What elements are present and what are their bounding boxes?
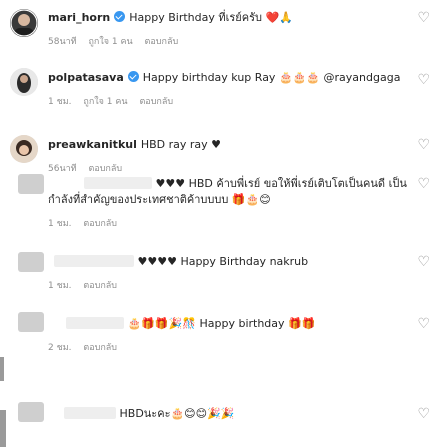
reply-button[interactable]: ตอบกลับ <box>83 343 117 353</box>
comment-row: mari_horn Happy Birthday ที่เรย์ครับ ❤️🙏 … <box>0 6 442 64</box>
heart-outline-icon[interactable]: ♡ <box>417 72 430 88</box>
heart-outline-icon[interactable]: ♡ <box>417 406 430 422</box>
avatar[interactable] <box>18 174 44 194</box>
redacted-username <box>66 317 124 329</box>
comment-text-line2: กำลังที่สำคัญของประเทศชาติค้าบบบบ 🎁🎂😊 <box>48 193 271 206</box>
redacted-username <box>64 407 116 419</box>
comment-body: 🎂🎁🎁🎉🎊 Happy birthday 🎁🎁 2 ชม. ตอบกลับ <box>48 316 408 356</box>
comment-text: ♥♥♥ HBD ค้าบพี่เรย์ ขอให้พี่เรย์เติบโตเป… <box>155 177 407 190</box>
comment-row: preawkanitkul HBD ray ray ♥ 56นาที ตอบกลั… <box>0 130 442 174</box>
comment-body: mari_horn Happy Birthday ที่เรย์ครับ ❤️🙏 … <box>48 10 408 50</box>
comment-body: polpatasava Happy birthday kup Ray 🎂🎂🎂 @r… <box>48 70 408 110</box>
comment-meta: 2 ชม. ตอบกลับ <box>48 340 408 356</box>
reply-button[interactable]: ตอบกลับ <box>83 219 117 229</box>
comment-text: Happy Birthday ที่เรย์ครับ ❤️🙏 <box>129 11 293 24</box>
comment-row: polpatasava Happy birthday kup Ray 🎂🎂🎂 @r… <box>0 64 442 122</box>
avatar[interactable] <box>18 252 44 272</box>
verified-badge-icon <box>114 11 126 22</box>
comment-row: ♥♥♥♥ Happy Birthday nakrub 1 ชม. ตอบกลับ… <box>0 250 442 300</box>
comment-time: 1 ชม. <box>48 281 72 291</box>
avatar[interactable] <box>18 402 44 422</box>
comment-likes[interactable]: ถูกใจ 1 คน <box>88 37 132 47</box>
comment-meta: 1 ชม. ตอบกลับ <box>48 278 408 294</box>
avatar[interactable] <box>10 135 38 163</box>
avatar[interactable] <box>18 312 44 332</box>
comment-time: 58นาที <box>48 37 77 47</box>
redacted-username <box>84 177 152 189</box>
comment-text: HBDนะคะ🎂😊😊🎉🎉 <box>119 407 235 420</box>
comments-list: mari_horn Happy Birthday ที่เรย์ครับ ❤️🙏 … <box>0 0 442 447</box>
comment-text: ♥♥♥♥ Happy Birthday nakrub <box>137 255 309 268</box>
comment-body: preawkanitkul HBD ray ray ♥ 56นาที ตอบกลั… <box>48 137 408 177</box>
comment-text: HBD ray ray ♥ <box>140 138 222 151</box>
comment-username[interactable]: mari_horn <box>48 11 110 24</box>
comment-time: 1 ชม. <box>48 219 72 229</box>
comment-body: ♥♥♥ HBD ค้าบพี่เรย์ ขอให้พี่เรย์เติบโตเป… <box>48 176 408 232</box>
comment-username[interactable]: polpatasava <box>48 71 124 84</box>
heart-outline-icon[interactable]: ♡ <box>417 316 430 332</box>
comment-likes[interactable]: ถูกใจ 1 คน <box>83 97 127 107</box>
comment-time: 2 ชม. <box>48 343 72 353</box>
heart-outline-icon[interactable]: ♡ <box>417 176 430 192</box>
reply-button[interactable]: ตอบกลับ <box>83 281 117 291</box>
comment-username[interactable]: preawkanitkul <box>48 138 137 151</box>
comment-text: 🎂🎁🎁🎉🎊 Happy birthday 🎁🎁 <box>127 317 316 330</box>
reply-button[interactable]: ตอบกลับ <box>145 37 179 47</box>
heart-outline-icon[interactable]: ♡ <box>417 137 430 153</box>
reply-button[interactable]: ตอบกลับ <box>139 97 173 107</box>
verified-badge-icon <box>127 71 139 82</box>
comment-meta: 1 ชม. ตอบกลับ <box>48 216 408 232</box>
avatar[interactable] <box>10 68 38 96</box>
comment-body: ♥♥♥♥ Happy Birthday nakrub 1 ชม. ตอบกลับ <box>48 254 408 294</box>
redacted-username <box>54 255 134 267</box>
heart-outline-icon[interactable]: ♡ <box>417 10 430 26</box>
avatar[interactable] <box>10 9 38 37</box>
comment-time: 1 ชม. <box>48 97 72 107</box>
comment-row: ♥♥♥ HBD ค้าบพี่เรย์ ขอให้พี่เรย์เติบโตเป… <box>0 172 442 244</box>
comment-body: HBDนะคะ🎂😊😊🎉🎉 <box>48 406 408 422</box>
heart-outline-icon[interactable]: ♡ <box>417 254 430 270</box>
comment-meta: 58นาที ถูกใจ 1 คน ตอบกลับ <box>48 34 408 50</box>
comment-meta: 1 ชม. ถูกใจ 1 คน ตอบกลับ <box>48 94 408 110</box>
comment-row: 🎂🎁🎁🎉🎊 Happy birthday 🎁🎁 2 ชม. ตอบกลับ ♡ <box>0 308 442 368</box>
comment-row: HBDนะคะ🎂😊😊🎉🎉 ♡ <box>0 398 442 447</box>
comment-text: Happy birthday kup Ray 🎂🎂🎂 @rayandgaga <box>142 71 401 84</box>
